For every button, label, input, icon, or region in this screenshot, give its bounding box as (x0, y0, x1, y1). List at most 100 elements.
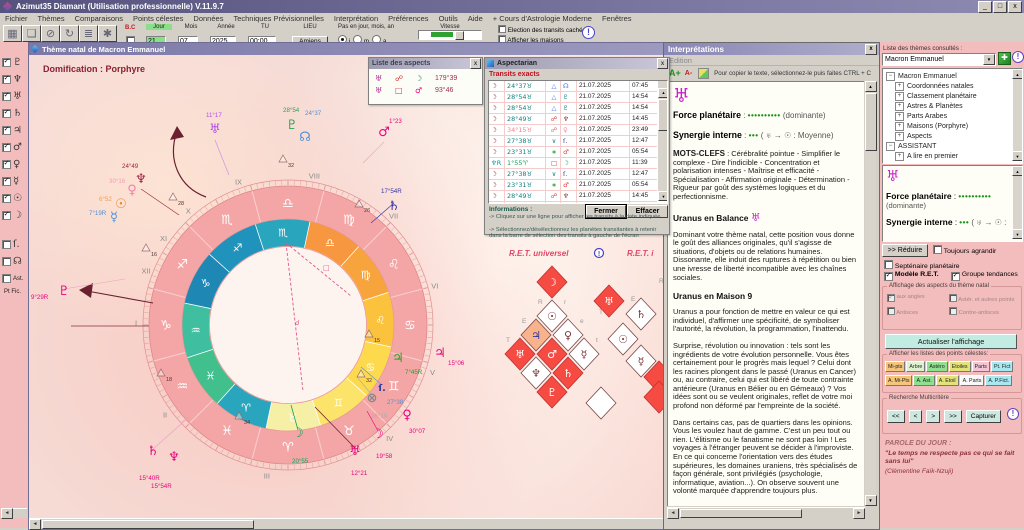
tree-item-root1[interactable]: −Macron Emmanuel (886, 71, 1022, 81)
transit-row[interactable]: ☽28°54♉△♇21.07.202514:54 (489, 202, 657, 204)
planet-toggle-11[interactable]: ☊ (0, 253, 28, 270)
transit-row[interactable]: ☽28°54♉△♇21.07.202514:54 (489, 103, 657, 114)
tree-item-c1-0[interactable]: +Coordonnées natales (895, 81, 1022, 91)
aspect-check-1[interactable]: Astér. et autres points (949, 294, 1015, 307)
interp-vscrollbar[interactable]: ▲ ▼ (865, 81, 876, 506)
planet-toggle-12[interactable]: Ast. (0, 270, 28, 287)
tree-item-root2[interactable]: −ASSISTANT (886, 141, 1022, 151)
delete-chart-icon[interactable]: ⊘ (41, 25, 60, 42)
search-Capturer[interactable]: Capturer (966, 410, 1001, 423)
planet-toggle-6[interactable]: ✓♀ (0, 156, 28, 173)
help-icon[interactable]: ! (582, 26, 595, 39)
transit-row[interactable]: ☽28°54♉△♇21.07.202514:54 (489, 92, 657, 103)
tree-item-c1-3[interactable]: +Parts Arabes (895, 111, 1022, 121)
planet-toggle-10[interactable]: ſ. (0, 236, 28, 253)
scroll-left-icon[interactable]: ◄ (1, 508, 13, 519)
list-button-A. Etoil[interactable]: A. Etoil (936, 375, 959, 386)
refresh-display-button[interactable]: Actualiser l'affichage (885, 334, 1017, 349)
scroll-right-icon[interactable]: ► (853, 508, 865, 519)
planet-toggle-1[interactable]: ✓♆ (0, 71, 28, 88)
menu-aide[interactable]: Aide (463, 14, 488, 23)
scroll-up-icon[interactable]: ▲ (1012, 69, 1023, 79)
scroll-thumb[interactable] (680, 509, 802, 518)
transit-table-scrollbar[interactable]: ▲ ▼ (658, 81, 667, 201)
planet-toggle-7[interactable]: ✓☿ (0, 173, 28, 190)
sidebar-scrollbar[interactable]: ◄ (1, 508, 27, 518)
list-button-A. Ast.[interactable]: A. Ast. (913, 375, 934, 386)
aspect-check-3[interactable]: Contre-antisces (949, 307, 1015, 320)
tree-item-c1-4[interactable]: +Maisons (Porphyre) (895, 121, 1022, 131)
transit-row[interactable]: ☽28°49♉☍♆21.07.202514:45 (489, 191, 657, 202)
list-button-A. Parts[interactable]: A. Parts (960, 375, 985, 386)
search-<[interactable]: < (909, 410, 923, 423)
transit-row[interactable]: ☽28°49♉☍♆21.07.202514:45 (489, 114, 657, 125)
menu-fichier[interactable]: Fichier (0, 14, 33, 23)
tree-scrollbar[interactable]: ▲ ▼ (1013, 69, 1022, 161)
planet-toggle-9[interactable]: ✓☽ (0, 207, 28, 224)
scroll-up-icon[interactable]: ▲ (865, 81, 877, 92)
planet-toggle-5[interactable]: ✓♂ (0, 139, 28, 156)
scroll-down-icon[interactable]: ▼ (1012, 151, 1023, 161)
help-icon[interactable]: ! (1007, 408, 1019, 420)
scroll-thumb[interactable] (658, 99, 668, 131)
data-pages-icon[interactable]: ≣ (79, 25, 98, 42)
tree-item-c1-5[interactable]: +Aspects (895, 131, 1022, 141)
aspect-check-0[interactable]: ✓ aux angles (887, 294, 949, 307)
comparison-icon[interactable]: ❏ (22, 25, 41, 42)
transit-row[interactable]: ☽27°38♉∨ſ.21.07.202512:47 (489, 136, 657, 147)
menu-outils[interactable]: Outils (434, 14, 463, 23)
menu-points-c-lestes[interactable]: Points célestes (128, 14, 188, 23)
scroll-thumb[interactable] (865, 93, 877, 151)
search->>[interactable]: >> (944, 410, 962, 423)
vitesse-slider[interactable]: Vitesse (418, 24, 482, 40)
close-icon[interactable]: x (470, 58, 481, 69)
planet-toggle-3[interactable]: ✓♄ (0, 105, 28, 122)
transit-row[interactable]: ☽34°15♉☍♀21.07.202523:49 (489, 125, 657, 136)
scroll-down-icon[interactable]: ▼ (658, 191, 668, 201)
menu-interpr-tation[interactable]: Interprétation (329, 14, 383, 23)
groupe-tendances-check[interactable]: ✓ Groupe tendances (951, 271, 1018, 281)
list-button-Parts[interactable]: Parts (972, 361, 990, 372)
transit-row[interactable]: ☽23°31♉∗♂21.07.202505:54 (489, 147, 657, 158)
copy-icon[interactable] (698, 68, 709, 79)
list-button-Etoiles[interactable]: Etoiles (949, 361, 971, 372)
menu-pr-f-rences[interactable]: Préférences (383, 14, 433, 23)
theme-combobox[interactable]: Macron Emmanuel ▼ (882, 53, 996, 66)
aspect-check-2[interactable]: Antisces (887, 307, 949, 320)
list-button-Pt. Fict[interactable]: Pt. Fict (991, 361, 1013, 372)
chevron-down-icon[interactable]: ▼ (983, 54, 995, 65)
tree-item-c1-2[interactable]: +Astres & Planètes (895, 101, 1022, 111)
scroll-down-icon[interactable]: ▼ (865, 495, 877, 506)
interp-hscrollbar[interactable]: ◄ ► (667, 507, 865, 518)
preview-scrollbar[interactable]: ▲ ▼ (1013, 166, 1022, 239)
minimize-button[interactable]: _ (978, 1, 992, 13)
transit-row[interactable]: ♆R1°55♈□☽21.07.202511:39 (489, 158, 657, 169)
menu-th-mes[interactable]: Thèmes (33, 14, 70, 23)
menu-comparaisons[interactable]: Comparaisons (70, 14, 128, 23)
help-icon[interactable]: ! (1012, 51, 1024, 63)
close-icon[interactable]: x (865, 44, 877, 55)
menu-donn-es[interactable]: Données (188, 14, 228, 23)
list-button-A. P.Fict.[interactable]: A. P.Fict. (985, 375, 1012, 386)
edition-menu[interactable]: Edition (669, 56, 692, 65)
font-increase-button[interactable]: A+ (669, 68, 681, 78)
interpretation-text[interactable]: ♅Force planétaire : •••••••••• (dominant… (667, 81, 864, 506)
search-<<[interactable]: << (887, 410, 905, 423)
scroll-thumb[interactable] (42, 520, 254, 529)
scroll-left-icon[interactable]: ◄ (667, 508, 679, 519)
maximize-button[interactable]: □ (993, 1, 1007, 13)
planet-toggle-2[interactable]: ✓♅ (0, 88, 28, 105)
scroll-up-icon[interactable]: ▲ (1012, 166, 1023, 176)
transit-row[interactable]: ☽23°31♉∗♂21.07.202505:54 (489, 180, 657, 191)
add-theme-icon[interactable]: ✚ (998, 52, 1011, 65)
aspect-list-titlebar[interactable]: Liste des aspects x (369, 58, 482, 69)
interpretation-preview[interactable]: ♅ Force planétaire : •••••••••• (dominan… (882, 165, 1023, 242)
list-button-Astéro[interactable]: Astéro (926, 361, 947, 372)
planet-toggle-8[interactable]: ✓☉ (0, 190, 28, 207)
menu-fen-tres[interactable]: Fenêtres (597, 14, 637, 23)
septenaire-check[interactable]: Septénaire planétaire (884, 260, 960, 270)
modele-ret-check[interactable]: ✓ Modèle R.E.T. (884, 271, 939, 281)
transit-row[interactable]: ☽24°37♉△☊21.07.202507:45 (489, 81, 657, 92)
new-chart-icon[interactable]: ▦ (3, 25, 22, 42)
reduire-button[interactable]: >> Réduire (882, 244, 928, 257)
